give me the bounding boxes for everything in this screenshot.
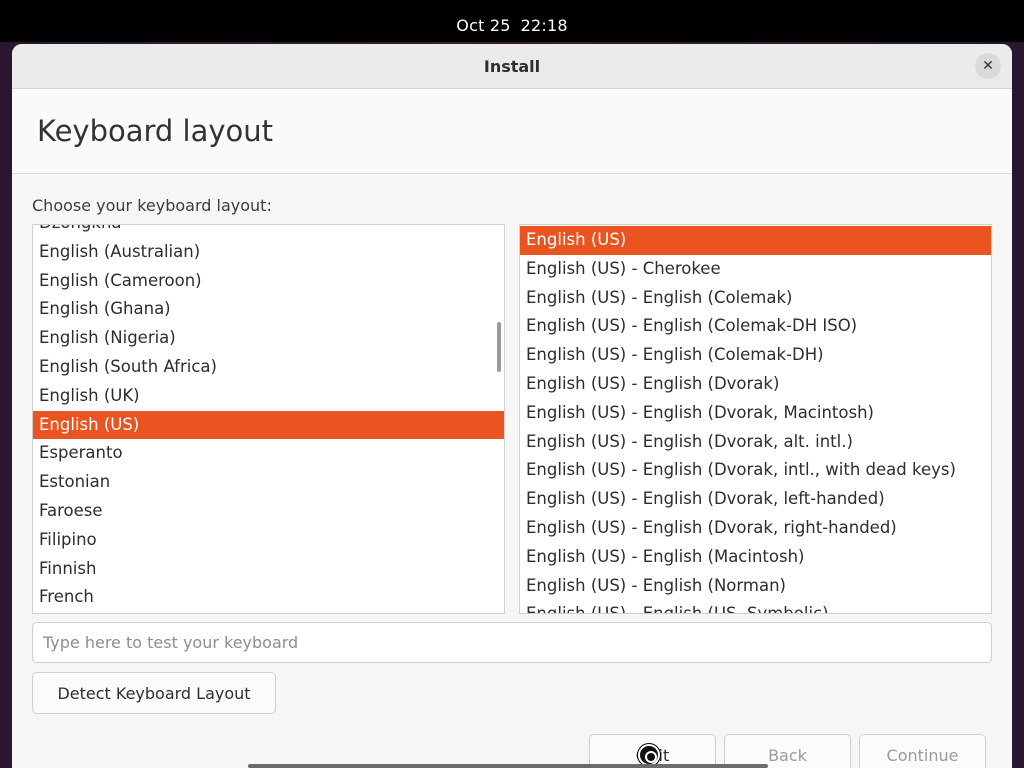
layout-list-item[interactable]: English (US) bbox=[33, 410, 504, 440]
close-button[interactable]: ✕ bbox=[975, 53, 1001, 79]
variant-list-item[interactable]: English (US) - English (Norman) bbox=[520, 572, 991, 601]
layout-list[interactable]: DzongkhaEnglish (Australian)English (Cam… bbox=[32, 224, 505, 614]
page-header: Keyboard layout bbox=[12, 90, 1012, 174]
content-area: Choose your keyboard layout: DzongkhaEng… bbox=[12, 175, 1012, 768]
variant-list-item[interactable]: English (US) - English (Colemak-DH) bbox=[520, 341, 991, 370]
variant-list-item[interactable]: English (US) - English (Macintosh) bbox=[520, 543, 991, 572]
layout-list-item[interactable]: Faroese bbox=[33, 497, 504, 526]
installer-window: Install ✕ Keyboard layout Choose your ke… bbox=[12, 44, 1012, 768]
variant-list-item[interactable]: English (US) - English (Dvorak) bbox=[520, 370, 991, 399]
back-button[interactable]: Back bbox=[724, 734, 851, 768]
keyboard-test-input[interactable] bbox=[32, 622, 992, 663]
continue-button[interactable]: Continue bbox=[859, 734, 986, 768]
layout-list-scrollbar[interactable] bbox=[497, 322, 501, 372]
window-title: Install bbox=[483, 56, 541, 76]
bottom-edge-bar bbox=[248, 764, 768, 768]
layout-list-item[interactable]: English (UK) bbox=[33, 382, 504, 411]
variant-list-item[interactable]: English (US) - English (Dvorak, alt. int… bbox=[520, 428, 991, 457]
layout-list-item[interactable]: Dzongkha bbox=[33, 225, 504, 238]
variant-list-rows: English (US) English (US) - Cherokee Engli… bbox=[520, 226, 991, 613]
layout-list-item[interactable]: English (South Africa) bbox=[33, 353, 504, 382]
variant-list-item[interactable]: English (US) - English (Dvorak, left-han… bbox=[520, 485, 991, 514]
variant-list-item[interactable]: English (US) - English (Colemak-DH ISO) bbox=[520, 312, 991, 341]
variant-list-item[interactable]: English (US) - English (US, Symbolic) bbox=[520, 600, 991, 613]
layout-list-item[interactable]: English (Ghana) bbox=[33, 295, 504, 324]
clock-time: 22:18 bbox=[520, 15, 568, 35]
layout-list-item[interactable]: English (Australian) bbox=[33, 238, 504, 267]
layout-list-item[interactable]: Finnish bbox=[33, 555, 504, 584]
layout-list-item[interactable]: English (Nigeria) bbox=[33, 324, 504, 353]
title-bar: Install ✕ bbox=[12, 44, 1012, 89]
variant-list-item[interactable]: English (US) - English (Colemak) bbox=[520, 284, 991, 313]
layout-prompt: Choose your keyboard layout: bbox=[32, 196, 272, 215]
layout-list-item[interactable]: English (Cameroon) bbox=[33, 267, 504, 296]
clock[interactable]: Oct 25 22:18 bbox=[456, 16, 567, 35]
top-bar: Oct 25 22:18 bbox=[0, 0, 1024, 42]
variant-list-item[interactable]: English (US) - English (Dvorak, Macintos… bbox=[520, 399, 991, 428]
detect-keyboard-layout-button[interactable]: Detect Keyboard Layout bbox=[32, 672, 276, 714]
variant-list-item[interactable]: English (US) - Cherokee bbox=[520, 255, 991, 284]
variant-list-item[interactable]: English (US) - English (Dvorak, intl., w… bbox=[520, 456, 991, 485]
layout-list-item[interactable]: Filipino bbox=[33, 526, 504, 555]
mouse-cursor-icon bbox=[638, 744, 660, 766]
layout-list-item[interactable]: Esperanto bbox=[33, 439, 504, 468]
variant-list[interactable]: English (US) English (US) - Cherokee Engli… bbox=[519, 224, 992, 614]
layout-list-item[interactable]: Estonian bbox=[33, 468, 504, 497]
layout-list-item[interactable]: French bbox=[33, 583, 504, 612]
clock-date: Oct 25 bbox=[456, 15, 511, 35]
layout-list-rows: DzongkhaEnglish (Australian)English (Cam… bbox=[33, 225, 504, 612]
close-icon: ✕ bbox=[982, 58, 994, 74]
variant-list-item[interactable]: English (US) bbox=[520, 226, 991, 255]
variant-list-item[interactable]: English (US) - English (Dvorak, right-ha… bbox=[520, 514, 991, 543]
page-title: Keyboard layout bbox=[37, 114, 274, 148]
